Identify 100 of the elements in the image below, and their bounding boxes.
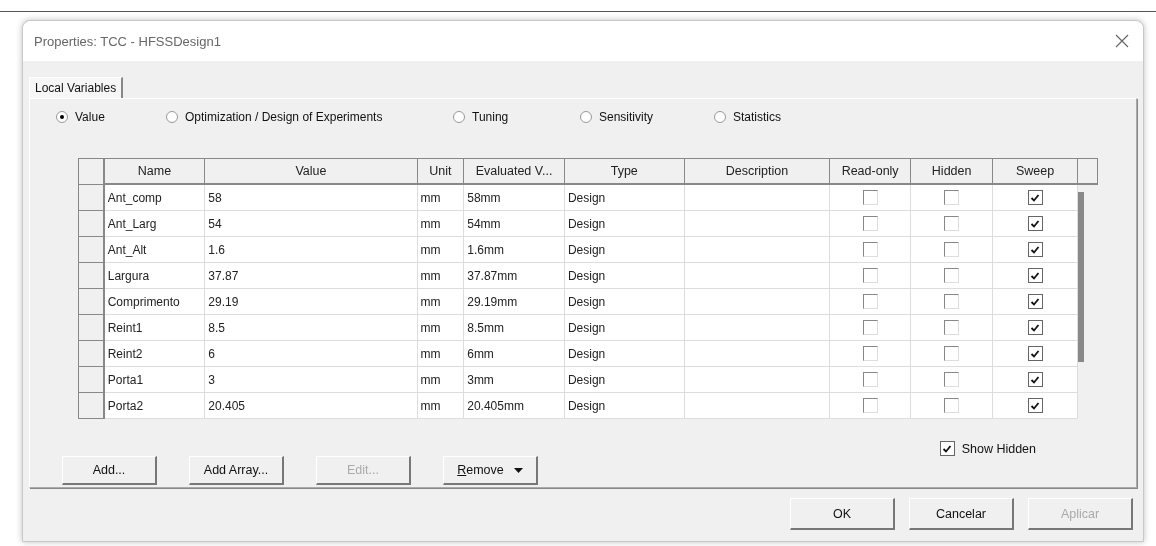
column-header[interactable]: Hidden bbox=[910, 158, 993, 184]
table-cell: Design bbox=[564, 340, 685, 367]
checkbox[interactable] bbox=[1027, 294, 1043, 310]
table-cell: Design bbox=[564, 366, 685, 393]
checkbox[interactable] bbox=[862, 216, 878, 232]
checkbox[interactable] bbox=[862, 268, 878, 284]
checkbox[interactable] bbox=[944, 372, 960, 388]
action-button[interactable]: Remove bbox=[443, 456, 538, 485]
checkbox[interactable] bbox=[1027, 216, 1043, 232]
radio-icon[interactable] bbox=[580, 111, 592, 123]
dialog-button[interactable]: Cancelar bbox=[909, 498, 1014, 530]
table-cell: 29.19 bbox=[204, 288, 418, 315]
table-cell: 20.405mm bbox=[463, 392, 565, 419]
checkbox[interactable] bbox=[944, 346, 960, 362]
radio-icon[interactable] bbox=[56, 111, 68, 123]
checkbox[interactable] bbox=[1027, 242, 1043, 258]
check-icon bbox=[1030, 192, 1040, 203]
check-icon bbox=[1030, 322, 1040, 333]
corner-cell bbox=[78, 158, 104, 184]
action-button[interactable]: Add... bbox=[62, 456, 157, 485]
checkbox[interactable] bbox=[1027, 320, 1043, 336]
show-hidden-checkbox[interactable]: Show Hidden bbox=[939, 441, 1036, 456]
table-cell: 20.405 bbox=[204, 392, 418, 419]
close-icon[interactable] bbox=[1115, 34, 1129, 48]
table-cell: Design bbox=[564, 262, 685, 289]
checkbox[interactable] bbox=[1027, 398, 1043, 414]
checkbox[interactable] bbox=[862, 346, 878, 362]
table-cell: 1.6mm bbox=[463, 236, 565, 263]
scrollbar-thumb[interactable] bbox=[1078, 192, 1084, 362]
radio-option[interactable]: Optimization / Design of Experiments bbox=[166, 110, 453, 124]
table-cell: mm bbox=[417, 392, 464, 419]
radio-icon[interactable] bbox=[714, 111, 726, 123]
action-button[interactable]: Add Array... bbox=[189, 456, 284, 485]
checkbox[interactable] bbox=[1027, 372, 1043, 388]
column-header[interactable]: Evaluated V... bbox=[463, 158, 565, 184]
checkbox[interactable] bbox=[862, 242, 878, 258]
row-header[interactable] bbox=[78, 392, 104, 419]
row-header[interactable] bbox=[78, 184, 104, 211]
row-header[interactable] bbox=[78, 366, 104, 393]
check-icon bbox=[1030, 374, 1040, 385]
radio-option[interactable]: Statistics bbox=[714, 110, 781, 124]
checkbox[interactable] bbox=[944, 294, 960, 310]
table-cell: mm bbox=[417, 366, 464, 393]
row-header[interactable] bbox=[78, 340, 104, 367]
row-header[interactable] bbox=[78, 262, 104, 289]
table-cell: 54 bbox=[204, 210, 418, 237]
column-header[interactable]: Sweep bbox=[992, 158, 1078, 184]
caret-icon bbox=[513, 467, 523, 473]
row-header[interactable] bbox=[78, 288, 104, 315]
table-cell: mm bbox=[417, 236, 464, 263]
radio-option[interactable]: Sensitivity bbox=[580, 110, 714, 124]
checkbox[interactable] bbox=[862, 372, 878, 388]
checkbox[interactable] bbox=[944, 216, 960, 232]
checkbox[interactable] bbox=[862, 398, 878, 414]
row-header[interactable] bbox=[78, 314, 104, 341]
checkbox[interactable] bbox=[944, 268, 960, 284]
row-header[interactable] bbox=[78, 236, 104, 263]
checkbox[interactable] bbox=[944, 320, 960, 336]
column-header[interactable]: Value bbox=[204, 158, 418, 184]
radio-icon[interactable] bbox=[453, 111, 465, 123]
column-header[interactable]: Unit bbox=[417, 158, 464, 184]
checkbox[interactable] bbox=[862, 320, 878, 336]
table-cell: 37.87 bbox=[204, 262, 418, 289]
checkbox[interactable] bbox=[862, 190, 878, 206]
check-icon bbox=[942, 443, 953, 454]
row-header[interactable] bbox=[78, 210, 104, 237]
checkbox[interactable] bbox=[944, 398, 960, 414]
check-icon bbox=[1030, 218, 1040, 229]
checkbox[interactable] bbox=[1027, 190, 1043, 206]
column-header[interactable]: Type bbox=[564, 158, 685, 184]
check-icon bbox=[1030, 244, 1040, 255]
table-cell: Reint1 bbox=[103, 314, 205, 341]
table-cell: mm bbox=[417, 210, 464, 237]
checkbox[interactable] bbox=[862, 294, 878, 310]
checkbox[interactable] bbox=[1027, 268, 1043, 284]
checkbox[interactable] bbox=[944, 242, 960, 258]
table-cell: Ant_comp bbox=[103, 184, 205, 211]
radio-option[interactable]: Tuning bbox=[453, 110, 580, 124]
dialog-button[interactable]: OK bbox=[790, 498, 895, 530]
table-cell: 8.5mm bbox=[463, 314, 565, 341]
table-cell: Largura bbox=[103, 262, 205, 289]
column-header[interactable]: Description bbox=[684, 158, 830, 184]
table-cell: Design bbox=[564, 210, 685, 237]
table-cell: 54mm bbox=[463, 210, 565, 237]
table-cell: Design bbox=[564, 184, 685, 211]
table-cell: Design bbox=[564, 392, 685, 419]
table-cell: 6 bbox=[204, 340, 418, 367]
tab[interactable]: Local Variables bbox=[29, 77, 124, 98]
table-cell: Porta2 bbox=[103, 392, 205, 419]
table-cell: 1.6 bbox=[204, 236, 418, 263]
checkbox[interactable] bbox=[1027, 346, 1043, 362]
radio-option[interactable]: Value bbox=[56, 110, 166, 124]
radio-icon[interactable] bbox=[166, 111, 178, 123]
table-cell: Reint2 bbox=[103, 340, 205, 367]
checkbox[interactable] bbox=[939, 441, 955, 456]
column-header[interactable]: Name bbox=[103, 158, 205, 184]
check-icon bbox=[1030, 270, 1040, 281]
checkbox[interactable] bbox=[944, 190, 960, 206]
column-header[interactable]: Read-only bbox=[829, 158, 911, 184]
table-cell: 8.5 bbox=[204, 314, 418, 341]
